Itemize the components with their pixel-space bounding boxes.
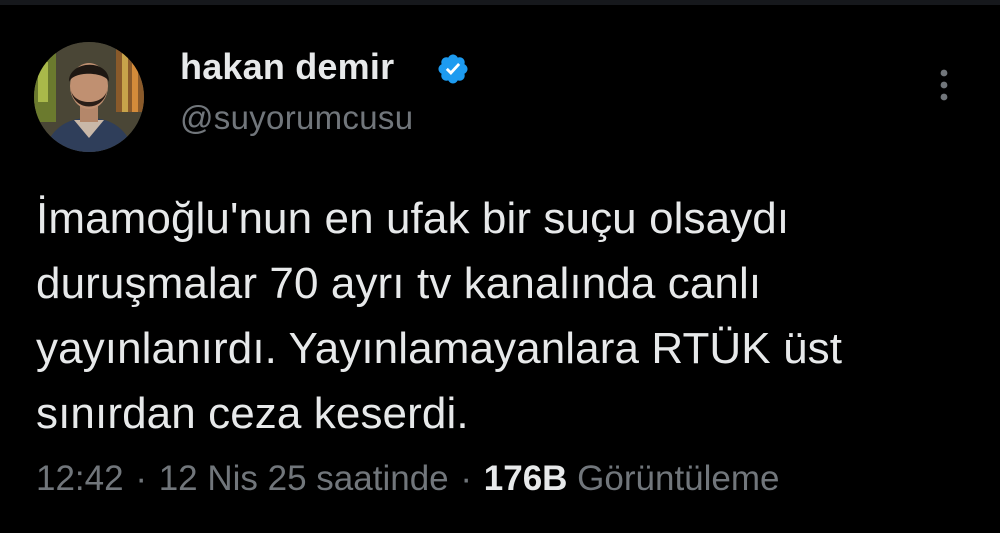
views-label[interactable]: Görüntüleme [577,459,779,498]
author-username[interactable]: @suyorumcusu [180,99,413,137]
views-count[interactable]: 176B [484,459,568,498]
tweet-text: İmamoğlu'nun en ufak bir suçu olsaydı du… [36,186,976,446]
verified-badge-icon [438,54,468,84]
meta-separator: · [135,459,147,498]
profile-photo-icon [34,42,144,152]
avatar[interactable] [34,42,144,152]
tweet-text-line: yayınlanırdı. Yayınlamayanlara RTÜK üst [36,324,843,373]
author-display-name[interactable]: hakan demir [180,46,394,88]
tweet-meta: 12:42 · 12 Nis 25 saatinde · 176B Görünt… [36,459,780,499]
meta-separator: · [460,459,473,498]
tweet-date[interactable]: 12 Nis 25 saatinde [159,459,449,498]
top-divider [0,0,1000,5]
tweet-time[interactable]: 12:42 [36,459,124,498]
tweet-text-line: duruşmalar 70 ayrı tv kanalında canlı [36,259,762,308]
more-vertical-icon[interactable] [929,66,959,106]
tweet-text-line: İmamoğlu'nun en ufak bir suçu olsaydı [36,194,790,243]
tweet-text-line: sınırdan ceza keserdi. [36,389,469,438]
